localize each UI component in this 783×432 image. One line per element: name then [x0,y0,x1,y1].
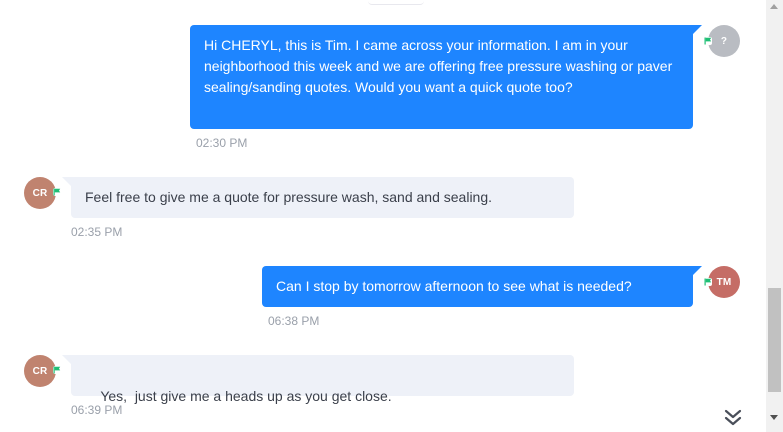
avatar-initials: TM [716,276,732,288]
avatar: ? [708,25,740,57]
avatar: TM [708,266,740,298]
bubble-tail [62,355,71,364]
message-bubble-incoming: Feel free to give me a quote for pressur… [71,177,574,218]
double-chevron-down-icon[interactable] [722,408,744,428]
chat-thread: Hi CHERYL, this is Tim. I came across yo… [0,0,783,432]
message-bubble-outgoing: Can I stop by tomorrow afternoon to see … [262,266,693,307]
sms-flag-icon [704,278,712,286]
sms-flag-icon [704,37,712,45]
avatar-initials: ? [720,35,728,47]
message-bubble-outgoing: Hi CHERYL, this is Tim. I came across yo… [190,25,693,129]
avatar: CR [24,177,56,209]
bubble-tail [693,25,702,34]
bubble-tail [62,177,71,186]
scroll-up-arrow-icon[interactable] [770,4,778,9]
vertical-scrollbar[interactable] [766,0,783,432]
bubble-tail [693,266,702,275]
message-text: Feel free to give me a quote for pressur… [85,189,493,205]
scroll-down-arrow-icon[interactable] [770,415,778,420]
avatar-initials: CR [32,365,48,377]
message-bubble-incoming: Yes, just give me a heads up as you get … [71,355,574,404]
scrollbar-thumb[interactable] [768,288,781,392]
sms-flag-icon [53,188,61,196]
avatar-initials: CR [32,187,48,199]
sms-flag-icon [53,366,61,374]
message-timestamp: 06:38 PM [268,314,320,328]
message-timestamp: 02:35 PM [71,225,123,239]
message-text: Can I stop by tomorrow afternoon to see … [276,278,632,294]
previous-message-edge [368,0,424,5]
message-timestamp: 06:39 PM [71,403,123,417]
message-timestamp: 02:30 PM [196,136,248,150]
message-text: Hi CHERYL, this is Tim. I came across yo… [204,37,673,95]
message-text: Yes, just give me a heads up as you get … [100,388,392,404]
avatar: CR [24,355,56,387]
